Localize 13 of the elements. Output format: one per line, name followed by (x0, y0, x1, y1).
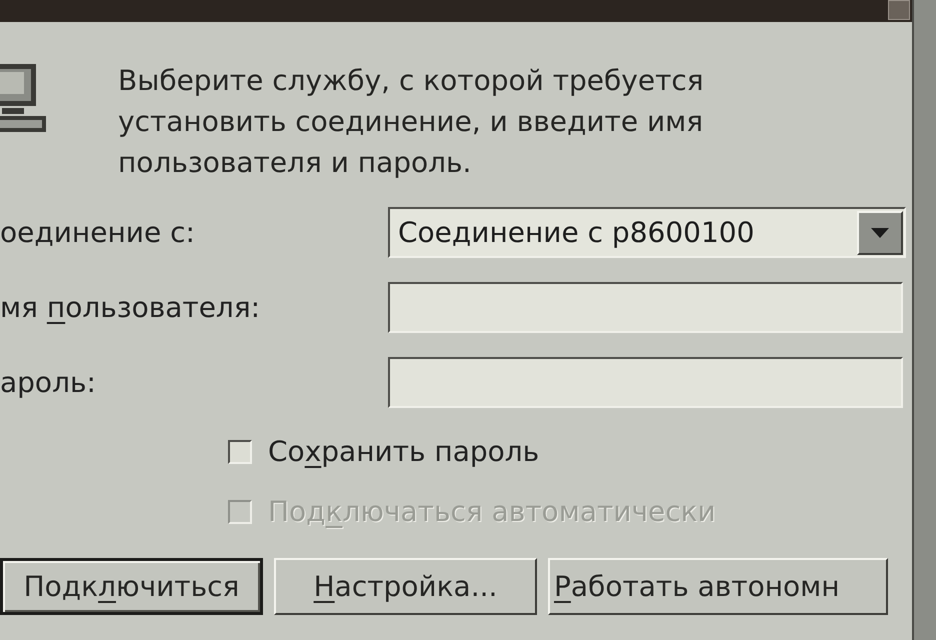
dialog-button[interactable]: Работать автономн (548, 558, 888, 615)
field-label: оединение с: (0, 214, 196, 250)
dialog-button[interactable]: Подключиться (0, 558, 263, 615)
dialog-button[interactable]: Настройка... (274, 558, 537, 615)
field-label: мя пользователя: (0, 290, 262, 326)
input-field[interactable] (388, 282, 903, 333)
checkbox-label: Сохранить пароль (268, 434, 540, 470)
computer-icon (0, 62, 48, 134)
checkbox[interactable] (228, 440, 252, 464)
connection-dropdown[interactable]: Соединение с p8600100 (388, 207, 906, 258)
instruction-text: Выберите службу, с которой требуется установить соединение, и введите имя пользователя и пароль. (118, 63, 705, 181)
input-field[interactable] (388, 357, 903, 408)
field-label: ароль: (0, 364, 97, 400)
